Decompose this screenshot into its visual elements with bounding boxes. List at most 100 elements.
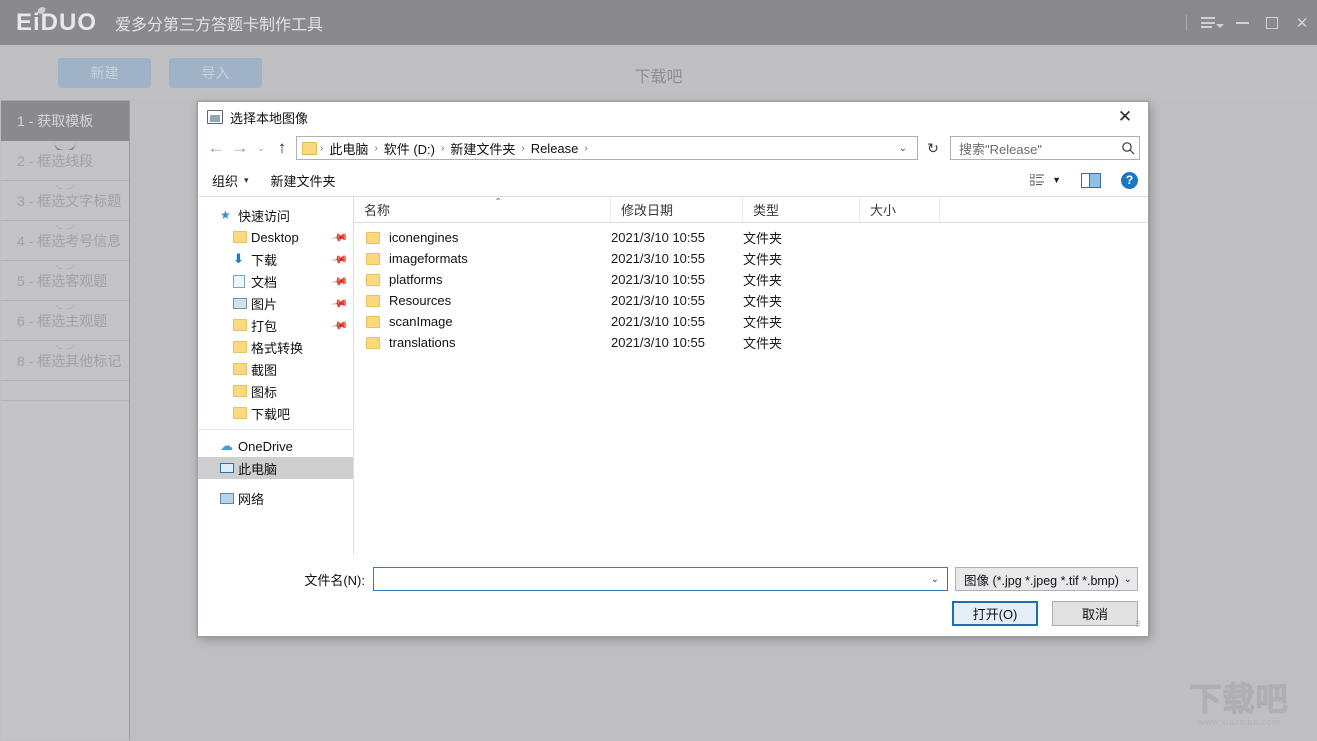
column-header-type[interactable]: 类型 <box>743 197 860 222</box>
nav-item-screenshot[interactable]: 截图 <box>198 358 353 380</box>
dialog-close-button[interactable]: ✕ <box>1102 102 1148 132</box>
organize-label: 组织 <box>212 173 239 189</box>
open-button[interactable]: 打开(O) <box>952 601 1038 626</box>
sidebar-item-6[interactable]: 6 - 框选主观题 <box>1 301 129 341</box>
sort-ascending-icon: ⌃ <box>494 197 503 208</box>
nav-item-documents[interactable]: 文档 📌 <box>198 270 353 292</box>
app-logo-text: EiDUO <box>16 8 98 36</box>
breadcrumb-item-2[interactable]: 新建文件夹 <box>445 139 520 158</box>
file-type: 文件夹 <box>743 336 783 351</box>
resize-grip[interactable]: ⠿ <box>1135 621 1145 633</box>
table-row[interactable]: imageformats 2021/3/10 10:55 文件夹 <box>354 248 1148 269</box>
folder-icon <box>302 141 317 155</box>
new-folder-button[interactable]: 新建文件夹 <box>271 171 336 190</box>
pin-icon[interactable]: 📌 <box>331 250 350 268</box>
minimize-button[interactable] <box>1227 0 1257 45</box>
pin-icon[interactable]: 📌 <box>331 272 350 290</box>
folder-icon <box>233 407 251 419</box>
column-header-date[interactable]: 修改日期 <box>611 197 743 222</box>
nav-item-this-pc[interactable]: 此电脑 <box>198 457 353 479</box>
nav-item-dabao[interactable]: 打包 📌 <box>198 314 353 336</box>
file-name-cell: imageformats <box>354 251 611 266</box>
breadcrumb-separator: › <box>584 142 588 154</box>
refresh-icon[interactable]: ↻ <box>922 136 944 160</box>
table-row[interactable]: iconengines 2021/3/10 10:55 文件夹 <box>354 227 1148 248</box>
menu-icon[interactable] <box>1197 0 1227 45</box>
folder-icon <box>366 273 380 286</box>
file-name: Resources <box>389 293 452 308</box>
sidebar-item-label: 5 - 框选客观题 <box>17 272 108 289</box>
search-icon <box>1121 141 1135 155</box>
maximize-button[interactable] <box>1257 0 1287 45</box>
file-date: 2021/3/10 10:55 <box>611 230 705 245</box>
dialog-titlebar: 选择本地图像 ✕ <box>198 102 1148 132</box>
nav-item-desktop[interactable]: Desktop 📌 <box>198 226 353 248</box>
forward-icon[interactable]: → <box>228 136 252 160</box>
nav-item-downloads[interactable]: ⬇ 下载 📌 <box>198 248 353 270</box>
app-title: 爱多分第三方答题卡制作工具 <box>115 16 324 34</box>
recent-locations-icon[interactable]: ⌄ <box>252 136 270 160</box>
filename-input[interactable]: ⌄ <box>373 567 948 591</box>
help-icon[interactable]: ? <box>1121 171 1138 189</box>
chevron-down-icon: ▾ <box>244 174 249 185</box>
nav-item-pictures[interactable]: 图片 📌 <box>198 292 353 314</box>
sidebar-item-label: 4 - 框选考号信息 <box>17 232 122 249</box>
sidebar-item-label: 3 - 框选文字标题 <box>17 192 122 209</box>
file-type-filter[interactable]: 图像 (*.jpg *.jpeg *.tif *.bmp) ⌄ <box>955 567 1138 591</box>
dialog-footer: 文件名(N): ⌄ 图像 (*.jpg *.jpeg *.tif *.bmp) … <box>198 555 1148 636</box>
nav-item-icons[interactable]: 图标 <box>198 380 353 402</box>
preview-pane-icon[interactable] <box>1081 172 1101 188</box>
table-row[interactable]: Resources 2021/3/10 10:55 文件夹 <box>354 290 1148 311</box>
table-row[interactable]: translations 2021/3/10 10:55 文件夹 <box>354 332 1148 353</box>
up-icon[interactable]: ↑ <box>270 136 294 160</box>
sidebar-item-4[interactable]: 4 - 框选考号信息 <box>1 221 129 261</box>
nav-item-xiazaiba[interactable]: 下载吧 <box>198 402 353 424</box>
table-row[interactable]: scanImage 2021/3/10 10:55 文件夹 <box>354 311 1148 332</box>
sidebar-item-8[interactable]: 8 - 框选其他标记 <box>1 341 129 381</box>
table-row[interactable]: platforms 2021/3/10 10:55 文件夹 <box>354 269 1148 290</box>
file-type: 文件夹 <box>743 231 783 246</box>
dialog-command-bar: 组织 ▾ 新建文件夹 ▼ ? <box>198 164 1148 197</box>
breadcrumb-item-0[interactable]: 此电脑 <box>324 139 373 158</box>
breadcrumb-item-1[interactable]: 软件 (D:) <box>379 139 440 158</box>
breadcrumb[interactable]: › 此电脑 › 软件 (D:) › 新建文件夹 › Release › ⌄ <box>296 136 918 160</box>
cancel-button[interactable]: 取消 <box>1052 601 1138 626</box>
folder-icon <box>366 336 380 349</box>
picture-icon <box>233 297 251 309</box>
sidebar-item-2[interactable]: 2 - 框选线段 <box>1 141 129 181</box>
pin-icon[interactable]: 📌 <box>331 228 350 246</box>
pin-icon[interactable]: 📌 <box>331 316 350 334</box>
search-placeholder: 搜索"Release" <box>959 141 1042 157</box>
file-list[interactable]: iconengines 2021/3/10 10:55 文件夹 imagefor… <box>354 223 1148 555</box>
search-input[interactable]: 搜索"Release" <box>950 136 1140 160</box>
view-options-icon[interactable]: ▼ <box>1030 173 1061 187</box>
sidebar-item-1[interactable]: 1 - 获取模板 <box>1 101 129 141</box>
back-icon[interactable]: ← <box>204 136 228 160</box>
file-name-cell: scanImage <box>354 314 611 329</box>
network-icon <box>220 492 238 504</box>
column-header-name[interactable]: 名称 ⌃ <box>354 197 611 222</box>
folder-icon <box>366 315 380 328</box>
close-button[interactable]: ✕ <box>1287 0 1317 45</box>
file-date: 2021/3/10 10:55 <box>611 272 705 287</box>
nav-item-onedrive[interactable]: ☁ OneDrive <box>198 435 353 457</box>
file-name-cell: Resources <box>354 293 611 308</box>
chevron-down-icon: ▼ <box>1052 175 1061 185</box>
chevron-down-icon[interactable]: ⌄ <box>895 143 915 154</box>
file-type: 文件夹 <box>743 273 783 288</box>
chevron-down-icon[interactable]: ⌄ <box>931 574 943 585</box>
organize-button[interactable]: 组织 ▾ <box>212 171 249 190</box>
nav-item-quick-access[interactable]: ★ 快速访问 <box>198 204 353 226</box>
folder-icon <box>233 385 251 397</box>
file-list-pane: 名称 ⌃ 修改日期 类型 大小 iconengines 2021/3/10 10… <box>354 197 1148 555</box>
pin-icon[interactable]: 📌 <box>331 294 350 312</box>
nav-item-format-convert[interactable]: 格式转换 <box>198 336 353 358</box>
column-header-size[interactable]: 大小 <box>860 197 940 222</box>
dialog-navigation-bar: ← → ⌄ ↑ › 此电脑 › 软件 (D:) › 新建文件夹 › Releas… <box>198 132 1148 164</box>
nav-item-network[interactable]: 网络 <box>198 487 353 509</box>
sidebar-item-5[interactable]: 5 - 框选客观题 <box>1 261 129 301</box>
dialog-button-row: 打开(O) 取消 <box>208 601 1138 626</box>
breadcrumb-item-3[interactable]: Release <box>526 141 584 156</box>
sidebar-item-3[interactable]: 3 - 框选文字标题 <box>1 181 129 221</box>
chevron-down-icon <box>1215 23 1224 28</box>
